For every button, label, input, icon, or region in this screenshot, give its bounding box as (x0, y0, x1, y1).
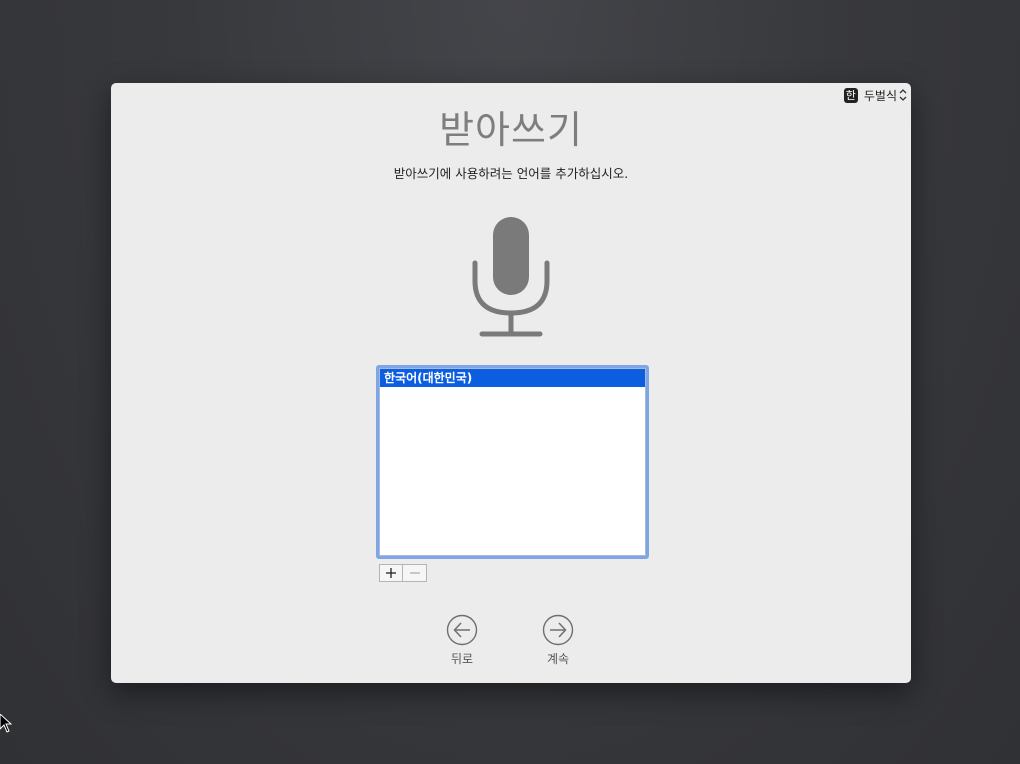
list-item-label: 한국어(대한민국) (384, 371, 473, 385)
minus-icon (409, 572, 420, 574)
plus-icon (386, 568, 396, 578)
remove-language-button[interactable] (403, 564, 427, 582)
back-label: 뒤로 (450, 652, 474, 666)
setup-window: 한 두벌식 받아쓰기 받아쓰기에 사용하려는 언어를 추가하십시오. 한국어(대… (111, 83, 911, 683)
add-language-button[interactable] (379, 564, 403, 582)
back-button[interactable]: 뒤로 (432, 614, 492, 667)
forward-arrow-icon (542, 614, 574, 646)
mouse-pointer-icon (0, 714, 12, 733)
language-list[interactable]: 한국어(대한민국) (376, 365, 649, 559)
list-item-language[interactable]: 한국어(대한민국) (380, 369, 645, 387)
page-title: 받아쓰기 (439, 108, 583, 152)
continue-label: 계속 (546, 652, 570, 666)
list-controls (379, 564, 427, 582)
continue-button[interactable]: 계속 (528, 614, 588, 667)
page-subtitle: 받아쓰기에 사용하려는 언어를 추가하십시오. (393, 166, 629, 181)
microphone-icon (472, 217, 550, 337)
language-list-content: 한국어(대한민국) (379, 368, 646, 556)
back-arrow-icon (446, 614, 478, 646)
